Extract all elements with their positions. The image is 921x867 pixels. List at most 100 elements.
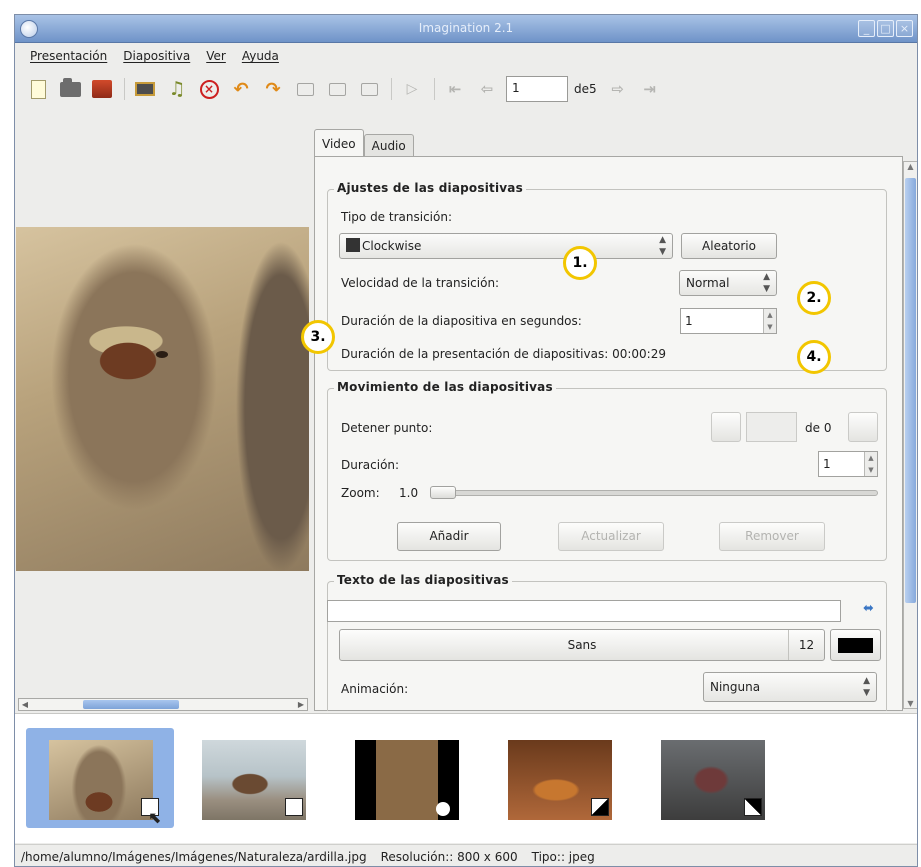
transition-type-value: Clockwise <box>362 239 422 253</box>
font-size: 12 <box>788 630 824 660</box>
first-icon: ⇤ <box>448 80 462 98</box>
rotate-left-button[interactable]: ↶ <box>228 76 254 102</box>
scrollbar-thumb[interactable] <box>905 178 916 603</box>
rotate-right-icon: ↷ <box>265 78 281 100</box>
menu-presentacion[interactable]: Presentación <box>25 44 112 68</box>
last-slide-button[interactable]: ⇥ <box>637 76 663 102</box>
save-button[interactable] <box>89 76 115 102</box>
remove-motion-button[interactable]: Remover <box>719 522 825 551</box>
random-transition-button[interactable]: Aleatorio <box>681 233 777 259</box>
last-icon: ⇥ <box>643 80 656 98</box>
font-button[interactable]: Sans 12 <box>339 629 825 661</box>
toolbar: ♫ × ↶ ↷ ▷ ⇤ ⇦ 1 de5 ⇨ ⇥ <box>15 69 917 109</box>
combo-arrows-icon: ▲ ▼ <box>659 235 666 257</box>
slide-duration-spin[interactable]: 1 ▲ ▼ <box>680 308 777 334</box>
text-color-swatch <box>838 638 873 653</box>
slide-thumbnail-3[interactable] <box>332 728 480 828</box>
toolbar-separator <box>124 78 125 100</box>
next-icon: ⇨ <box>611 80 624 98</box>
slide-count-label: de5 <box>574 82 597 96</box>
scroll-right-icon[interactable]: ▶ <box>295 699 307 710</box>
zoom-fit-button[interactable] <box>356 76 382 102</box>
close-button[interactable]: × <box>896 20 913 37</box>
stop-point-next-button[interactable] <box>848 412 878 442</box>
maximize-button[interactable]: □ <box>877 20 894 37</box>
animation-combo[interactable]: Ninguna ▲ ▼ <box>703 672 877 702</box>
first-slide-button[interactable]: ⇤ <box>442 76 468 102</box>
zoom-fit-icon <box>360 82 378 96</box>
scroll-left-icon[interactable]: ◀ <box>19 699 31 710</box>
toolbar-separator <box>391 78 392 100</box>
next-slide-button[interactable]: ⇨ <box>605 76 631 102</box>
music-note-icon: ♫ <box>168 78 186 100</box>
scroll-down-icon[interactable]: ▼ <box>904 699 917 708</box>
slide-thumbnail-2[interactable] <box>179 728 327 828</box>
tab-audio[interactable]: Audio <box>363 134 414 157</box>
spin-arrows-icon[interactable]: ▲ ▼ <box>864 452 877 476</box>
zoom-out-icon <box>328 82 346 96</box>
text-position-icon[interactable]: ⬌ <box>863 601 874 616</box>
transition-badge-icon <box>436 802 450 816</box>
previous-slide-button[interactable]: ⇦ <box>474 76 500 102</box>
new-presentation-button[interactable] <box>25 76 51 102</box>
add-motion-button[interactable]: Añadir <box>397 522 501 551</box>
zoom-slider-track[interactable] <box>432 490 878 496</box>
menu-ver[interactable]: Ver <box>201 44 231 68</box>
slide-thumbnail-1[interactable]: ⬉ <box>26 728 174 828</box>
presentation-duration-label: Duración de la presentación de diapositi… <box>341 347 666 361</box>
zoom-out-button[interactable] <box>324 76 350 102</box>
slide-duration-value: 1 <box>685 314 693 328</box>
animation-label: Animación: <box>341 682 409 696</box>
slide-filmstrip: ⬉ <box>15 713 917 843</box>
preview-horizontal-scrollbar[interactable]: ◀ ▶ <box>18 698 308 711</box>
annotation-3: 3. <box>301 320 335 354</box>
zoom-slider-handle[interactable] <box>430 486 456 499</box>
settings-vertical-scrollbar[interactable]: ▲ ▼ <box>903 161 917 709</box>
delete-slide-button[interactable]: × <box>196 76 222 102</box>
slide-text-input[interactable] <box>327 600 841 622</box>
zoom-in-button[interactable] <box>292 76 318 102</box>
annotation-4: 4. <box>797 340 831 374</box>
transition-speed-combo[interactable]: Normal ▲ ▼ <box>679 270 777 296</box>
scrollbar-thumb[interactable] <box>83 700 179 709</box>
import-pictures-button[interactable] <box>132 76 158 102</box>
update-motion-button[interactable]: Actualizar <box>558 522 664 551</box>
stop-point-input[interactable] <box>746 412 797 442</box>
video-tab-panel: Ajustes de las diapositivas Tipo de tran… <box>301 156 903 711</box>
minimize-button[interactable]: _ <box>858 20 875 37</box>
rotate-right-button[interactable]: ↷ <box>260 76 286 102</box>
font-name: Sans <box>567 638 597 652</box>
combo-arrows-icon: ▲ ▼ <box>763 272 770 294</box>
preview-button[interactable]: ▷ <box>399 76 425 102</box>
slide-text-title: Texto de las diapositivas <box>334 573 512 587</box>
annotation-1: 1. <box>563 246 597 280</box>
tab-video[interactable]: Video <box>314 129 364 157</box>
slide-thumbnail-5[interactable] <box>638 728 786 828</box>
previous-icon: ⇦ <box>480 80 494 98</box>
import-music-button[interactable]: ♫ <box>164 76 190 102</box>
transition-badge-icon <box>591 798 609 816</box>
slide-motion-title: Movimiento de las diapositivas <box>334 380 556 394</box>
play-icon: ▷ <box>406 81 418 97</box>
scroll-up-icon[interactable]: ▲ <box>904 162 917 171</box>
menu-bar: Presentación Diapositiva Ver Ayuda <box>15 44 917 68</box>
motion-duration-spin[interactable]: 1 ▲ ▼ <box>818 451 878 477</box>
transition-type-combo[interactable]: Clockwise ▲ ▼ <box>339 233 673 259</box>
tab-strip: Video Audio <box>314 129 414 157</box>
menu-ayuda[interactable]: Ayuda <box>237 44 284 68</box>
menu-diapositiva[interactable]: Diapositiva <box>118 44 195 68</box>
slide-thumbnail-4[interactable] <box>485 728 633 828</box>
title-bar[interactable]: Imagination 2.1 _ □ × <box>15 15 917 43</box>
current-slide-input[interactable]: 1 <box>506 76 568 102</box>
status-file-path: /home/alumno/Imágenes/Imágenes/Naturalez… <box>21 850 367 864</box>
new-file-icon <box>30 79 46 99</box>
text-color-button[interactable] <box>830 629 881 661</box>
application-window: Imagination 2.1 _ □ × Presentación Diapo… <box>14 14 918 867</box>
image-detail <box>156 351 168 358</box>
spin-arrows-icon[interactable]: ▲ ▼ <box>763 309 776 333</box>
slide-duration-label: Duración de la diapositiva en segundos: <box>341 314 582 328</box>
transition-speed-value: Normal <box>686 276 730 290</box>
motion-duration-value: 1 <box>823 457 831 471</box>
stop-point-prev-button[interactable] <box>711 412 741 442</box>
open-button[interactable] <box>57 76 83 102</box>
